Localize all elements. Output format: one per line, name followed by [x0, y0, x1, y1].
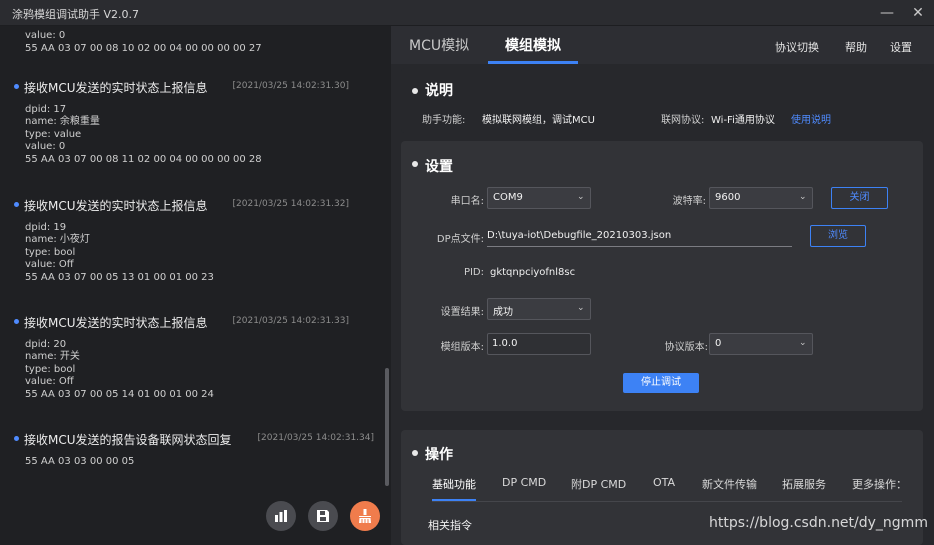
log-entry-title: 接收MCU发送的实时状态上报信息	[24, 316, 208, 330]
bullet-icon	[412, 450, 418, 456]
op-tab-basic[interactable]: 基础功能	[432, 476, 476, 492]
help-link[interactable]: 帮助	[845, 39, 867, 55]
settings-section: 设置 串口名: COM9 ⌄ 波特率: 9600 ⌄ 关闭 DP点文件: D:\tu…	[401, 141, 923, 411]
watermark-text: https://blog.csdn.net/dy_ngmm	[709, 515, 928, 531]
dp-file-path[interactable]: D:\tuya-iot\Debugfile_20210303.json	[487, 227, 792, 247]
save-button[interactable]	[308, 501, 338, 531]
chevron-down-icon: ⌄	[577, 303, 585, 313]
divider	[432, 501, 902, 502]
operations-title: 操作	[425, 447, 453, 463]
network-protocol-label: 联网协议:	[661, 115, 705, 126]
log-entry-title: 接收MCU发送的报告设备联网状态回复	[24, 433, 232, 447]
log-scrollbar[interactable]	[385, 368, 389, 486]
function-label: 助手功能:	[422, 115, 466, 126]
op-tab-extended-service[interactable]: 拓展服务	[782, 476, 826, 492]
log-entry-time: [2021/03/25 14:02:31.30]	[232, 81, 350, 91]
protocol-version-select[interactable]: 0 ⌄	[709, 333, 813, 355]
serial-port-label: 串口名:	[450, 196, 484, 207]
serial-port-select[interactable]: COM9 ⌄	[487, 187, 591, 209]
log-entry-body: dpid: 19 name: 小夜灯 type: bool value: Off…	[25, 222, 214, 283]
log-entry-time: [2021/03/25 14:02:31.33]	[232, 316, 350, 326]
pid-value: gktqnpciyofnl8sc	[490, 267, 576, 278]
protocol-switch-link[interactable]: 协议切换	[775, 39, 819, 55]
chart-button[interactable]	[266, 501, 296, 531]
settings-link[interactable]: 设置	[890, 39, 912, 55]
tab-module-simulation[interactable]: 模组模拟	[505, 35, 561, 55]
log-entry: 接收MCU发送的报告设备联网状态回复 [2021/03/25 14:02:31.…	[0, 431, 380, 467]
tab-bar: MCU模拟 模组模拟 协议切换 帮助 设置	[391, 26, 934, 64]
close-icon[interactable]: ✕	[909, 4, 927, 22]
op-tab-sub-dp-cmd[interactable]: 附DP CMD	[571, 476, 626, 492]
related-commands-label: 相关指令	[428, 519, 472, 532]
log-panel: value: 0 55 AA 03 07 00 08 10 02 00 04 0…	[0, 26, 391, 545]
chevron-down-icon: ⌄	[799, 192, 807, 202]
bullet-icon	[14, 84, 19, 89]
main-panel: MCU模拟 模组模拟 协议切换 帮助 设置 说明 助手功能: 模拟联网模组，调试…	[391, 26, 934, 545]
op-tab-file-transfer[interactable]: 新文件传输	[702, 476, 757, 492]
function-value: 模拟联网模组，调试MCU	[482, 115, 595, 126]
log-entry-time: [2021/03/25 14:02:31.32]	[232, 199, 350, 209]
set-result-select[interactable]: 成功 ⌄	[487, 298, 591, 320]
info-section: 说明 助手功能: 模拟联网模组，调试MCU 联网协议: Wi-Fi通用协议 使用…	[401, 68, 923, 133]
log-entry-body: dpid: 17 name: 余粮重量 type: value value: 0…	[25, 104, 262, 165]
app-title: 涂鸦模组调试助手 V2.0.7	[12, 8, 140, 21]
title-bar: 涂鸦模组调试助手 V2.0.7 — ✕	[0, 0, 934, 26]
bullet-icon	[412, 161, 418, 167]
set-result-label: 设置结果:	[440, 307, 484, 318]
network-protocol-value: Wi-Fi通用协议	[711, 115, 775, 126]
log-entry: 接收MCU发送的实时状态上报信息 [2021/03/25 14:02:31.33…	[0, 314, 380, 400]
protocol-version-label: 协议版本:	[664, 342, 708, 353]
log-entry: 接收MCU发送的实时状态上报信息 [2021/03/25 14:02:31.32…	[0, 197, 380, 283]
log-entry-body: dpid: 20 name: 开关 type: bool value: Off …	[25, 339, 214, 400]
info-title: 说明	[425, 83, 453, 99]
active-tab-indicator	[488, 61, 578, 64]
log-entry: 接收MCU发送的实时状态上报信息 [2021/03/25 14:02:31.30…	[0, 79, 380, 165]
log-entry-title: 接收MCU发送的实时状态上报信息	[24, 81, 208, 95]
browse-button[interactable]: 浏览	[810, 225, 866, 247]
op-tab-dp-cmd[interactable]: DP CMD	[502, 476, 546, 489]
minimize-icon[interactable]: —	[878, 4, 896, 22]
log-entry-body: 55 AA 03 03 00 00 05	[25, 456, 135, 467]
bar-chart-icon	[275, 510, 287, 522]
baud-rate-label: 波特率:	[672, 196, 706, 207]
log-line: 55 AA 03 07 00 08 10 02 00 04 00 00 00 0…	[25, 43, 262, 54]
bullet-icon	[14, 319, 19, 324]
clear-log-button[interactable]	[350, 501, 380, 531]
close-port-button[interactable]: 关闭	[831, 187, 888, 209]
broom-icon	[359, 509, 371, 523]
op-tab-more[interactable]: 更多操作：	[852, 476, 902, 492]
pid-label: PID:	[463, 267, 484, 278]
chevron-down-icon: ⌄	[799, 338, 807, 348]
settings-title: 设置	[425, 159, 453, 175]
bullet-icon	[14, 202, 19, 207]
dp-file-label: DP点文件:	[436, 234, 484, 245]
log-entry-title: 接收MCU发送的实时状态上报信息	[24, 199, 208, 213]
save-icon	[317, 510, 329, 522]
log-entry-time: [2021/03/25 14:02:31.34]	[257, 433, 375, 443]
chevron-down-icon: ⌄	[577, 192, 585, 202]
usage-link[interactable]: 使用说明	[791, 111, 831, 126]
module-version-label: 模组版本:	[440, 342, 484, 353]
bullet-icon	[412, 88, 418, 94]
op-tab-ota[interactable]: OTA	[653, 476, 675, 489]
stop-debug-button[interactable]: 停止调试	[623, 373, 699, 393]
bullet-icon	[14, 436, 19, 441]
module-version-input[interactable]: 1.0.0	[487, 333, 591, 355]
baud-rate-select[interactable]: 9600 ⌄	[709, 187, 813, 209]
log-line: value: 0	[25, 30, 66, 41]
tab-mcu-simulation[interactable]: MCU模拟	[409, 35, 469, 55]
